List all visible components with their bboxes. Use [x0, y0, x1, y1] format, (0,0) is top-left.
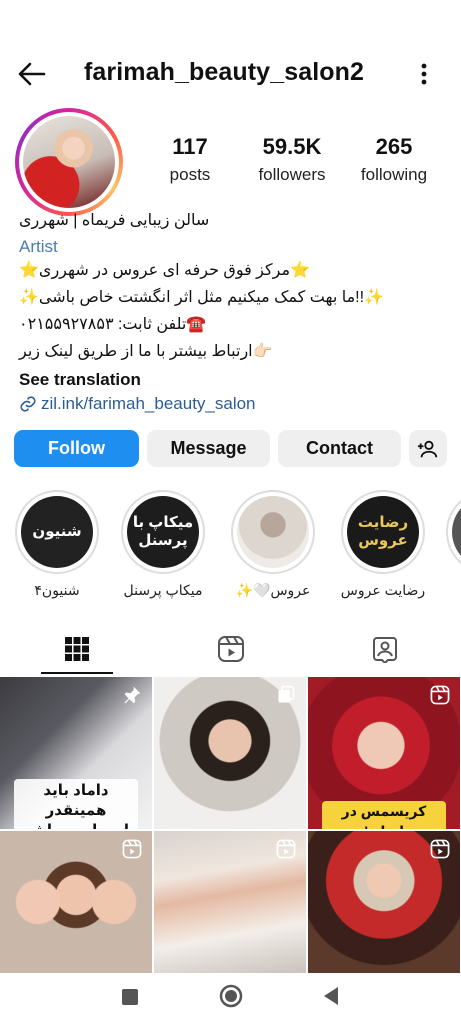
posts-stat[interactable]: 117 posts — [160, 134, 220, 185]
highlight-caption: شنیون۴ — [34, 582, 80, 598]
contact-button[interactable]: Contact — [278, 430, 401, 467]
profile-category: Artist — [19, 237, 58, 256]
following-stat[interactable]: 265 following — [354, 134, 434, 185]
active-tab-indicator — [41, 672, 113, 674]
profile-tabs — [0, 622, 461, 676]
posts-grid: داماد باید همینقدر احساسی باشه😂 کریسمس د… — [0, 677, 461, 973]
tab-posts-grid[interactable] — [0, 622, 153, 676]
bio-line-2: ✨!!ما بهت کمک میکنیم مثل اثر انگشتت خاص … — [19, 289, 384, 306]
bio-line-1: ⭐مرکز فوق حرفه ای عروس در شهرری⭐ — [19, 262, 310, 279]
grid-icon — [64, 637, 89, 661]
add-person-icon — [417, 440, 438, 457]
following-count: 265 — [375, 134, 413, 159]
post-tile[interactable] — [308, 831, 460, 973]
suggested-users-button[interactable] — [409, 430, 447, 467]
post-tile[interactable] — [0, 831, 152, 973]
link-icon — [20, 396, 36, 412]
message-button[interactable]: Message — [147, 430, 270, 467]
reel-icon — [276, 839, 296, 859]
post-tile[interactable]: داماد باید همینقدر احساسی باشه😂 — [0, 677, 152, 829]
carousel-icon — [278, 685, 295, 703]
bio-link-text: zil.ink/farimah_beauty_salon — [41, 394, 256, 413]
post-tile[interactable]: کریسمس در ایران! — [308, 677, 460, 829]
highlight-makeup-staff[interactable]: میکاپ با پرسنل میکاپ پرسنل — [118, 490, 208, 599]
followers-stat[interactable]: 59.5K followers — [250, 134, 334, 185]
more-options-icon[interactable] — [412, 60, 436, 88]
reels-icon — [217, 636, 244, 662]
highlight-caption: عروس🤍✨ — [235, 582, 311, 598]
bio-link[interactable]: zil.ink/farimah_beauty_salon — [19, 393, 439, 415]
bio-line-4: 👉🏻ارتباط بیشتر با ما از طریق لینک زیر — [19, 343, 273, 360]
system-back-icon[interactable] — [320, 985, 342, 1007]
system-navigation-bar — [0, 973, 461, 1024]
post-tile[interactable] — [154, 831, 306, 973]
reel-icon — [430, 685, 450, 705]
highlight-cover: شنیون — [21, 496, 93, 568]
followers-label: followers — [258, 165, 326, 184]
tab-tagged[interactable] — [308, 622, 461, 676]
bio-line-3: ☎️تلفن ثابت: ۰۲۱۵۵۹۲۷۸۵۳ — [19, 316, 207, 333]
post-overlay-text: داماد باید همینقدر احساسی باشه😂 — [14, 779, 138, 829]
pinned-icon — [124, 686, 141, 704]
tab-reels[interactable] — [154, 622, 307, 676]
profile-header: farimah_beauty_salon2 — [0, 50, 461, 96]
highlight-bride-satisfaction[interactable]: رضایت عروس رضایت عروس — [338, 490, 428, 599]
highlight-partial[interactable] — [446, 490, 461, 574]
reel-icon — [122, 839, 142, 859]
profile-name: سالن زیبایی فریماه | شهرری — [19, 212, 210, 229]
following-label: following — [360, 165, 428, 184]
highlight-cover-photo — [237, 496, 309, 568]
posts-label: posts — [169, 165, 211, 184]
profile-username: farimah_beauty_salon2 — [84, 58, 364, 86]
follow-button[interactable]: Follow — [14, 430, 139, 467]
home-icon[interactable] — [218, 983, 244, 1009]
post-overlay-text: کریسمس در ایران! — [322, 801, 446, 829]
recents-icon[interactable] — [120, 987, 140, 1007]
reel-icon — [430, 839, 450, 859]
tagged-person-icon — [372, 637, 397, 663]
highlight-caption: رضایت عروس — [340, 582, 426, 598]
followers-count: 59.5K — [262, 134, 322, 159]
posts-count: 117 — [172, 134, 208, 159]
avatar-photo — [23, 116, 115, 208]
highlight-caption: میکاپ پرسنل — [123, 582, 203, 598]
post-tile[interactable] — [154, 677, 306, 829]
highlight-cover: رضایت عروس — [347, 496, 419, 568]
profile-avatar[interactable] — [15, 108, 123, 216]
highlight-shinyon[interactable]: شنیون شنیون۴ — [12, 490, 102, 599]
highlight-bride[interactable]: عروس🤍✨ — [228, 490, 318, 599]
back-arrow-icon[interactable] — [16, 58, 48, 90]
highlight-cover: میکاپ با پرسنل — [127, 496, 199, 568]
see-translation-link[interactable]: See translation — [19, 369, 439, 391]
